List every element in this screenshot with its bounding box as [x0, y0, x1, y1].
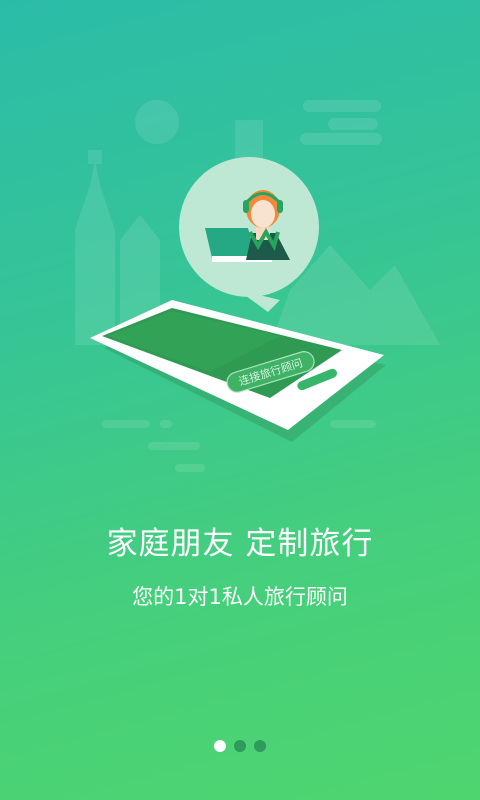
- onboarding-subtitle: 您的1对1私人旅行顾问: [132, 585, 348, 609]
- onboarding-title: 家庭朋友 定制旅行: [106, 526, 374, 562]
- onboarding-screen[interactable]: 连接旅行顾问 家庭朋友 定制旅行 您的1对1私人旅行顾问: [0, 0, 480, 800]
- page-dot-3[interactable]: [254, 740, 266, 752]
- page-dot-1[interactable]: [214, 740, 226, 752]
- page-dot-2[interactable]: [234, 740, 246, 752]
- page-indicator: [0, 740, 480, 756]
- travel-advisor-illustration: 连接旅行顾问: [75, 100, 440, 472]
